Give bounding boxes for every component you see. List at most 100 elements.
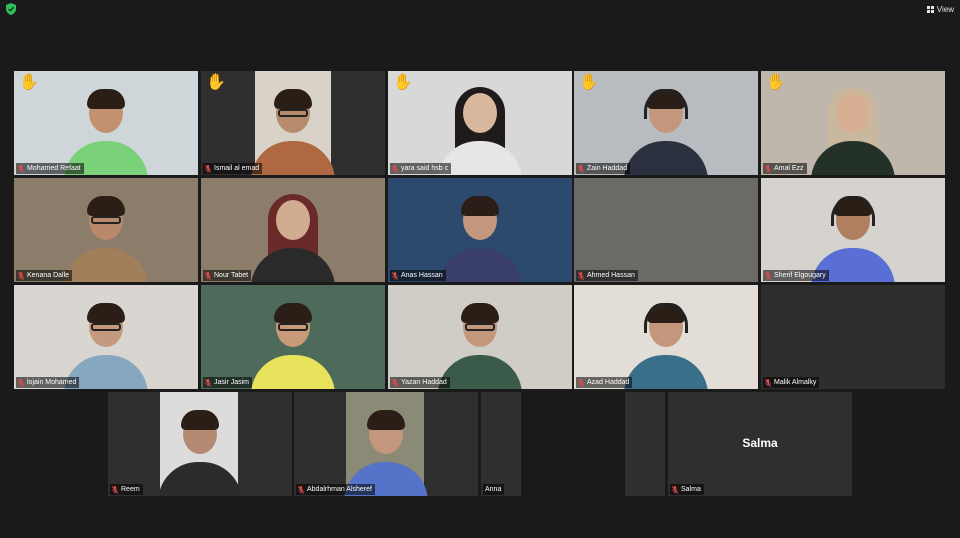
view-button[interactable]: View [926,3,954,15]
muted-mic-icon [392,271,398,280]
participant-name: Anna [485,486,502,493]
muted-mic-icon [205,271,211,280]
participant-name-label: yara said hsb c [390,163,452,174]
participant-name: Nour Tabet [214,272,249,279]
participant-name-label: Kenana Dalle [16,270,73,281]
raised-hand-icon: ✋ [393,74,413,91]
muted-mic-icon [578,378,584,387]
participant-name-label: Reem [110,484,143,495]
participant-figure [435,182,525,282]
participant-name-label: Anna [483,484,505,495]
muted-mic-icon [392,378,398,387]
participant-tile[interactable]: Anas Hassan [388,178,572,282]
participant-name-label: Sherif Elgougary [763,270,829,281]
participant-name: yara said hsb c [401,165,449,172]
muted-mic-icon [18,164,24,173]
participant-name: Salma [681,486,701,493]
participant-name: Azad Haddad [587,379,630,386]
participant-name-label: Ahmed Hassan [576,270,638,281]
participant-tile[interactable]: Malik Almalky [761,285,945,389]
participant-figure [435,75,525,175]
raised-hand-icon: ✋ [579,74,599,91]
muted-mic-icon [765,378,771,387]
muted-mic-icon [578,271,584,280]
muted-mic-icon [765,164,771,173]
participant-name-label: Salma [670,484,704,495]
participant-tile[interactable]: lojain Mohamed [14,285,198,389]
participant-figure [155,396,245,496]
participant-name-label: Abdalrhman Alsheref [296,484,375,495]
participant-figure [61,289,151,389]
muted-mic-icon [765,271,771,280]
participant-name: Amal Ezz [774,165,804,172]
participant-name: Ahmed Hassan [587,272,635,279]
participant-tile[interactable]: ✋ Amal Ezz [761,71,945,175]
participant-figure [621,75,711,175]
participant-name: Malik Almalky [774,379,817,386]
participant-name: Yazan Haddad [401,379,447,386]
muted-mic-icon [672,485,678,494]
participant-tile[interactable]: Yazan Haddad [388,285,572,389]
participant-tile[interactable]: ✋ Mohamed Refaat [14,71,198,175]
participant-tile[interactable]: Nour Tabet [201,178,385,282]
participant-tile[interactable]: Azad Haddad [574,285,758,389]
participant-name: Mohamed Refaat [27,165,81,172]
video-feed [521,392,625,496]
participant-name-label: Ismail al emad [203,163,263,174]
participant-figure [435,289,525,389]
raised-hand-icon: ✋ [766,74,786,91]
participant-name-label: Malik Almalky [763,377,820,388]
muted-mic-icon [112,485,118,494]
participant-figure [248,75,338,175]
muted-mic-icon [205,164,211,173]
raised-hand-icon: ✋ [206,74,226,91]
participant-name: Kenana Dalle [27,272,70,279]
participant-tile[interactable]: Abdalrhman Alsheref [294,392,478,496]
muted-mic-icon [392,164,398,173]
raised-hand-icon: ✋ [19,74,39,91]
participant-name: Sherif Elgougary [774,272,826,279]
participant-figure [248,182,338,282]
participant-name: Ismail al emad [214,165,260,172]
participant-tile[interactable]: Reem [108,392,292,496]
shield-check-icon[interactable] [6,3,16,15]
participant-tile[interactable]: ✋ Zain Haddad [574,71,758,175]
participant-tile[interactable]: ✋ yara said hsb c [388,71,572,175]
participant-name-label: Anas Hassan [390,270,446,281]
participant-figure [248,289,338,389]
participant-tile[interactable]: Ahmed Hassan [574,178,758,282]
participant-figure [61,75,151,175]
participant-name: lojain Mohamed [27,379,77,386]
participant-figure [808,75,898,175]
participant-name-label: Zain Haddad [576,163,631,174]
participant-name: Reem [121,486,140,493]
muted-mic-icon [298,485,304,494]
participant-tile[interactable]: ✋ Ismail al emad [201,71,385,175]
video-feed [761,285,945,389]
participant-figure [621,289,711,389]
muted-mic-icon [205,378,211,387]
participant-name: Zain Haddad [587,165,628,172]
participant-name-label: Nour Tabet [203,270,252,281]
participant-name: Abdalrhman Alsheref [307,486,372,493]
muted-mic-icon [18,271,24,280]
participant-name: Anas Hassan [401,272,443,279]
participant-name-label: Yazan Haddad [390,377,450,388]
participant-tile[interactable]: Jasir Jasim [201,285,385,389]
participant-tile[interactable]: Kenana Dalle [14,178,198,282]
participant-tile[interactable]: Salma Salma [668,392,852,496]
participant-figure [341,396,431,496]
participant-display-name: Salma [742,436,778,450]
grid-view-icon [926,5,934,13]
participant-name-label: lojain Mohamed [16,377,80,388]
participant-name-label: Amal Ezz [763,163,807,174]
participant-figure [61,182,151,282]
video-feed [574,178,758,282]
participant-name-label: Mohamed Refaat [16,163,84,174]
muted-mic-icon [18,378,24,387]
participant-tile[interactable]: Sherif Elgougary [761,178,945,282]
participant-tile[interactable]: Anna [481,392,665,496]
participant-figure [808,182,898,282]
participant-name-label: Azad Haddad [576,377,633,388]
participant-name-label: Jasir Jasim [203,377,253,388]
